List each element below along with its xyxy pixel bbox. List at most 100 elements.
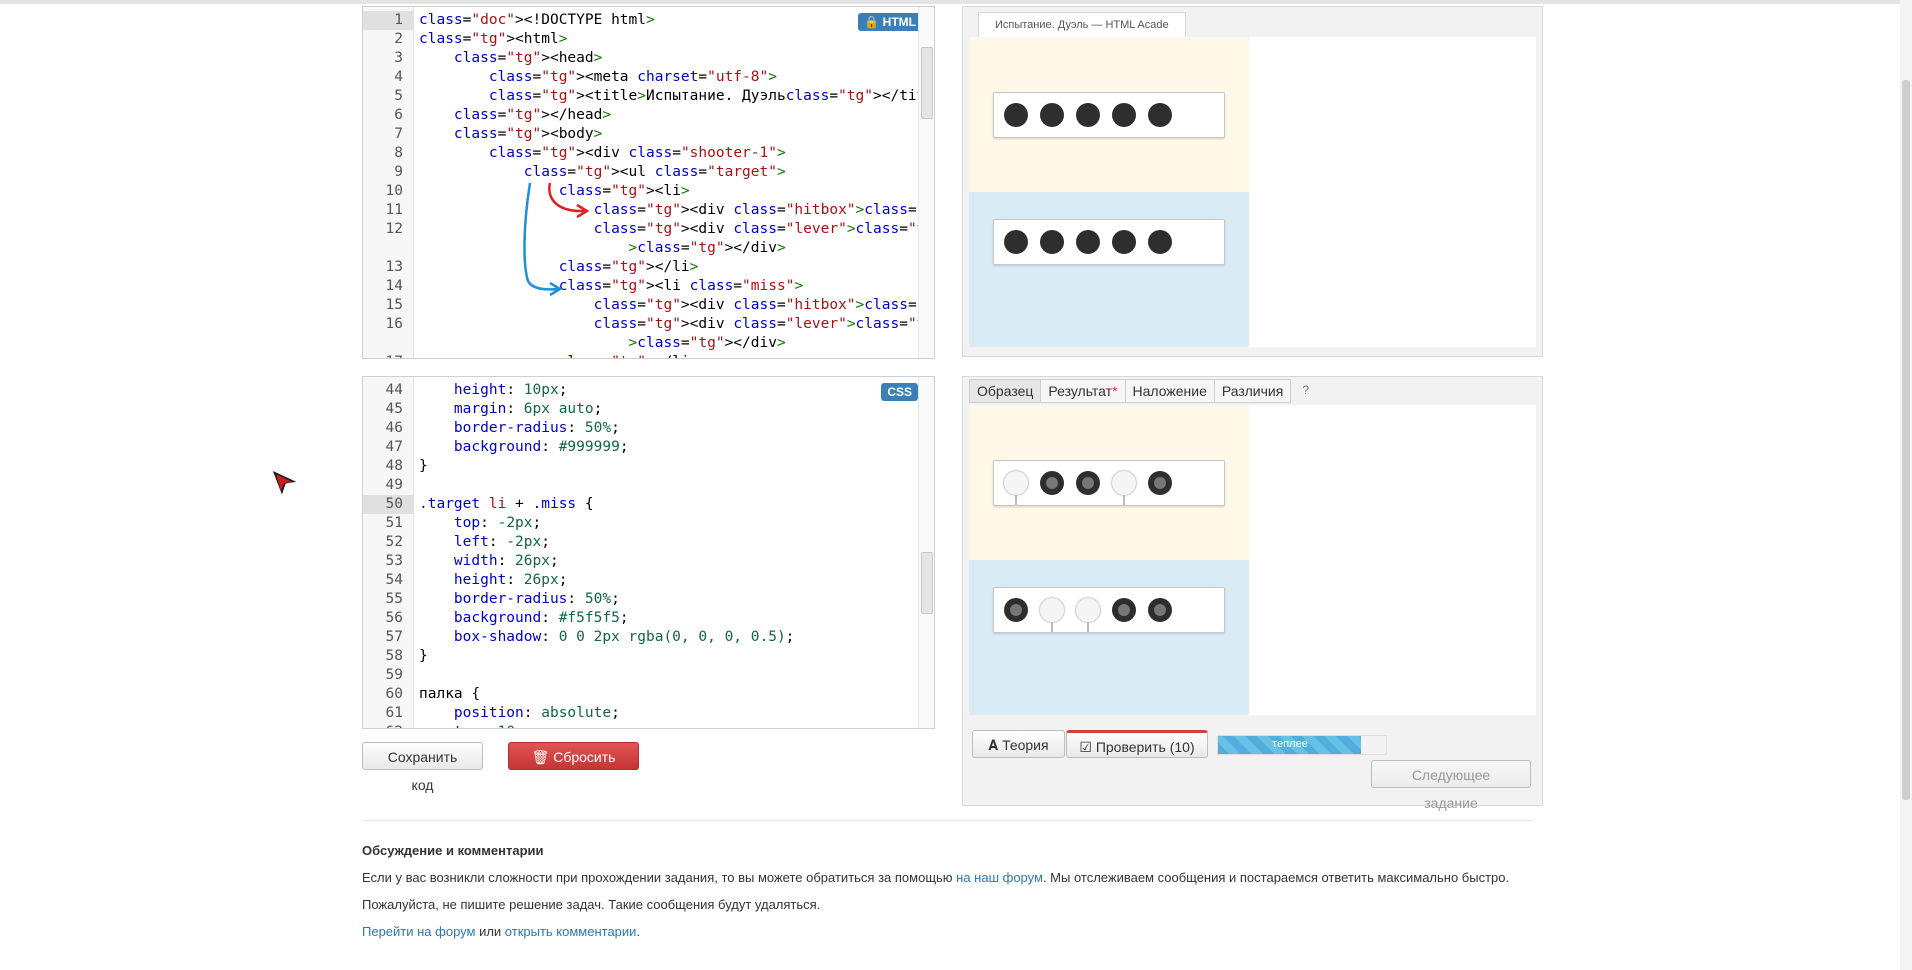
code-line[interactable]: 44 height: 10px;	[363, 381, 918, 400]
code-line[interactable]: 60 палка {	[363, 685, 918, 704]
line-code[interactable]: background: #f5f5f5;	[419, 609, 629, 628]
code-line[interactable]: 3 class="tg"><head>	[363, 49, 918, 68]
code-line[interactable]: 53 width: 26px;	[363, 552, 918, 571]
page-scrollbar[interactable]	[1900, 0, 1912, 970]
line-code[interactable]: class="tg"><li>	[419, 182, 690, 201]
forum-link[interactable]: на наш форум	[956, 870, 1043, 885]
html-editor-scrollbar[interactable]	[918, 7, 934, 358]
code-line[interactable]: >class="tg"></div>	[363, 239, 918, 258]
code-line[interactable]: 12 class="tg"><div class="lever">class="…	[363, 220, 934, 239]
code-line[interactable]: 6 class="tg"></head>	[363, 106, 918, 125]
theory-button[interactable]: 𝐀 Теория	[972, 730, 1065, 758]
line-code[interactable]: class="tg"><div class="hitbox">class="tg…	[419, 201, 934, 220]
line-code[interactable]: class="tg"></li>	[419, 353, 699, 358]
line-code[interactable]: class="tg"><head>	[419, 49, 602, 68]
view-tab-3[interactable]: Различия	[1213, 379, 1292, 403]
code-line[interactable]: 16 class="tg"><div class="lever">class="…	[363, 315, 934, 334]
scroll-thumb[interactable]	[921, 47, 933, 119]
code-line[interactable]: 61 position: absolute;	[363, 704, 918, 723]
check-button[interactable]: ☑ Проверить (10)	[1066, 730, 1208, 758]
line-code[interactable]: class="tg"><title>Испытание. Дуэльclass=…	[419, 87, 934, 106]
line-code[interactable]: .target li + .miss {	[419, 495, 594, 514]
code-line[interactable]: 51 top: -2px;	[363, 514, 918, 533]
line-code[interactable]: >class="tg"></div>	[419, 334, 786, 353]
line-code[interactable]: height: 10px;	[419, 381, 568, 400]
code-line[interactable]: 11 class="tg"><div class="hitbox">class=…	[363, 201, 934, 220]
line-code[interactable]: margin: 6px auto;	[419, 400, 602, 419]
code-line[interactable]: 55 border-radius: 50%;	[363, 590, 918, 609]
code-line[interactable]: 7 class="tg"><body>	[363, 125, 918, 144]
line-code[interactable]: >class="tg"></div>	[419, 239, 786, 258]
line-code[interactable]: class="tg"><meta charset="utf-8">	[419, 68, 777, 87]
line-code[interactable]: class="tg"></head>	[419, 106, 611, 125]
code-line[interactable]: 8 class="tg"><div class="shooter-1">	[363, 144, 918, 163]
line-code[interactable]: class="tg"><div class="hitbox">class="tg…	[419, 296, 934, 315]
line-code[interactable]: height: 26px;	[419, 571, 568, 590]
code-line[interactable]: >class="tg"></div>	[363, 334, 918, 353]
line-code[interactable]: class="tg"><div class="lever">class="tg"…	[419, 315, 934, 334]
css-code-lines[interactable]: 44 height: 10px; 45 margin: 6px auto; 46 b…	[363, 381, 918, 728]
view-tab-1[interactable]: Результат*	[1040, 379, 1126, 403]
next-task-button[interactable]: Следующее задание	[1371, 760, 1531, 811]
reset-code-button[interactable]: 🗑 Сбросить код	[508, 742, 639, 793]
book-icon: 𝐀	[988, 737, 999, 753]
open-comments-link[interactable]: открыть комментарии	[505, 924, 637, 939]
code-line[interactable]: 62 top: 10px;	[363, 723, 918, 728]
line-code[interactable]: left: -2px;	[419, 533, 550, 552]
view-tab-2[interactable]: Наложение	[1124, 379, 1215, 403]
line-code[interactable]: }	[419, 647, 428, 666]
code-line[interactable]: 50 .target li + .miss {	[363, 495, 918, 514]
code-line[interactable]: 2 class="tg"><html>	[363, 30, 918, 49]
line-code[interactable]: border-radius: 50%;	[419, 590, 620, 609]
code-line[interactable]: 4 class="tg"><meta charset="utf-8">	[363, 68, 918, 87]
line-number: 15	[385, 297, 403, 313]
code-line[interactable]: 15 class="tg"><div class="hitbox">class=…	[363, 296, 934, 315]
preview-tab[interactable]: Испытание. Дуэль — HTML Acade	[978, 12, 1186, 37]
code-line[interactable]: 52 left: -2px;	[363, 533, 918, 552]
go-to-forum-link[interactable]: Перейти на форум	[362, 924, 475, 939]
line-code[interactable]: class="tg"><ul class="target">	[419, 163, 786, 182]
view-tab-4[interactable]: ?	[1290, 379, 1316, 401]
code-line[interactable]: 54 height: 26px;	[363, 571, 918, 590]
line-code[interactable]: class="tg"><li class="miss">	[419, 277, 803, 296]
line-code[interactable]: class="tg"><body>	[419, 125, 602, 144]
line-code[interactable]: class="tg"><html>	[419, 30, 567, 49]
scroll-thumb[interactable]	[921, 552, 933, 614]
code-line[interactable]: 57 box-shadow: 0 0 2px rgba(0, 0, 0, 0.5…	[363, 628, 918, 647]
code-line[interactable]: 9 class="tg"><ul class="target">	[363, 163, 918, 182]
css-editor-scrollbar[interactable]	[918, 377, 934, 728]
view-tab-0[interactable]: Образец	[969, 379, 1042, 403]
line-code[interactable]: class="tg"><div class="lever">class="tg"…	[419, 220, 934, 239]
code-line[interactable]: 56 background: #f5f5f5;	[363, 609, 918, 628]
html-code-lines[interactable]: 1 class="doc"><!DOCTYPE html> 2 class="tg">…	[363, 11, 934, 358]
code-line[interactable]: 1 class="doc"><!DOCTYPE html>	[363, 11, 918, 30]
save-code-button[interactable]: Сохранить код	[362, 742, 483, 793]
code-line[interactable]: 58}	[363, 647, 918, 666]
code-line[interactable]: 5 class="tg"><title>Испытание. Дуэльclas…	[363, 87, 934, 106]
line-code[interactable]: class="doc"><!DOCTYPE html>	[419, 11, 655, 30]
page-scroll-thumb[interactable]	[1902, 80, 1910, 800]
html-editor[interactable]: 1 class="doc"><!DOCTYPE html> 2 class="tg">…	[362, 6, 935, 359]
line-code[interactable]: border-radius: 50%;	[419, 419, 620, 438]
line-code[interactable]: class="tg"></li>	[419, 258, 699, 277]
line-code[interactable]: top: -2px;	[419, 514, 541, 533]
code-line[interactable]: 17 class="tg"></li>	[363, 353, 918, 358]
code-line[interactable]: 46 border-radius: 50%;	[363, 419, 918, 438]
code-line[interactable]: 10 class="tg"><li>	[363, 182, 918, 201]
line-code[interactable]: }	[419, 457, 428, 476]
code-line[interactable]: 14 class="tg"><li class="miss">	[363, 277, 918, 296]
line-code[interactable]: width: 26px;	[419, 552, 559, 571]
code-line[interactable]: 48}	[363, 457, 918, 476]
line-code[interactable]: background: #999999;	[419, 438, 629, 457]
line-code[interactable]: box-shadow: 0 0 2px rgba(0, 0, 0, 0.5);	[419, 628, 794, 647]
line-code[interactable]: position: absolute;	[419, 704, 620, 723]
code-line[interactable]: 13 class="tg"></li>	[363, 258, 918, 277]
css-editor[interactable]: 44 height: 10px; 45 margin: 6px auto; 46 b…	[362, 376, 935, 729]
code-line[interactable]: 47 background: #999999;	[363, 438, 918, 457]
line-code[interactable]: class="tg"><div class="shooter-1">	[419, 144, 786, 163]
code-line[interactable]: 45 margin: 6px auto;	[363, 400, 918, 419]
code-line[interactable]: 59	[363, 666, 918, 685]
line-code[interactable]: top: 10px;	[419, 723, 541, 728]
line-code[interactable]: палка {	[419, 685, 480, 704]
code-line[interactable]: 49	[363, 476, 918, 495]
